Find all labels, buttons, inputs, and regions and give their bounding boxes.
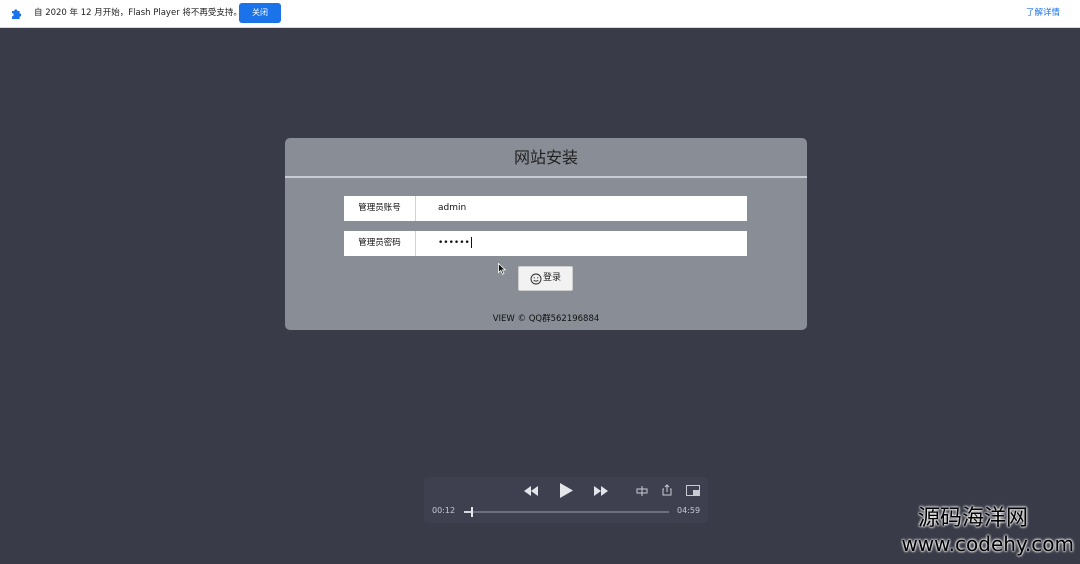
text-caret (470, 237, 472, 248)
video-player-controls: 00:12 04:59 (424, 477, 708, 523)
picture-in-picture-icon[interactable] (686, 485, 700, 496)
install-panel: 网站安装 管理员账号 admin 管理员密码 •••••• 登录 VIEW © … (285, 138, 807, 330)
watermark-url: www.codehy.com (901, 532, 1074, 556)
panel-footer: VIEW © QQ群562196884 (492, 314, 600, 324)
play-icon[interactable] (559, 482, 574, 499)
fast-forward-icon[interactable] (593, 485, 609, 497)
share-icon[interactable] (662, 484, 672, 496)
admin-password-input[interactable]: •••••• (416, 231, 747, 256)
flash-notification-bar: 自 2020 年 12 月开始，Flash Player 将不再受支持。 关闭 … (0, 0, 1080, 28)
login-label: 登录 (542, 273, 561, 283)
admin-account-input[interactable]: admin (416, 196, 747, 221)
total-time: 04:59 (677, 506, 701, 515)
puzzle-icon (12, 9, 22, 19)
admin-password-label: 管理员密码 (344, 231, 416, 256)
watermark-title: 源码海洋网 (917, 506, 1028, 531)
current-time: 00:12 (432, 506, 456, 515)
admin-account-field: 管理员账号 admin (344, 196, 747, 221)
site-watermark: 源码海洋网 www.codehy.com (901, 506, 1074, 556)
mouse-cursor-icon (498, 263, 506, 275)
password-mask: •••••• (438, 238, 470, 248)
admin-account-label: 管理员账号 (344, 196, 416, 221)
panel-divider (285, 176, 807, 178)
panel-title: 网站安装 (513, 148, 578, 167)
airplay-icon[interactable] (636, 485, 648, 497)
progress-track[interactable] (464, 507, 669, 517)
progress-knob[interactable] (471, 507, 474, 517)
rewind-icon[interactable] (523, 485, 539, 497)
login-button[interactable]: 登录 (518, 266, 573, 291)
admin-password-field: 管理员密码 •••••• (344, 231, 747, 256)
smile-icon (530, 273, 542, 284)
close-button[interactable]: 关闭 (239, 3, 281, 23)
notification-message: 自 2020 年 12 月开始，Flash Player 将不再受支持。 (34, 8, 242, 18)
learn-more-link[interactable]: 了解详情 (1026, 0, 1060, 27)
